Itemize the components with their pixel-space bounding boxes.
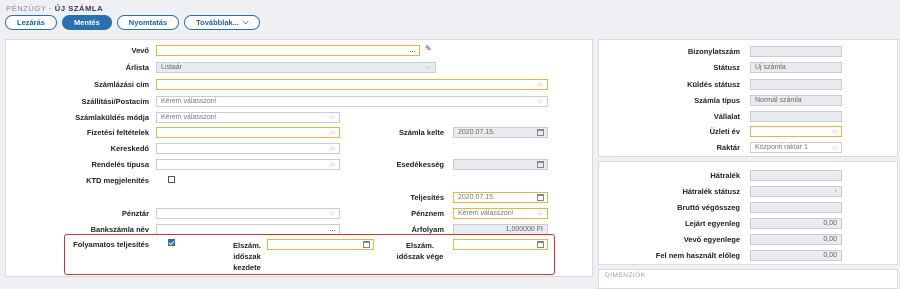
invoice-form-panel: Vevő ... ✎ Árlista Listaár ⌵ Számlázási c… (5, 39, 593, 277)
breadcrumb: PÉNZÜGY - ÚJ SZÁMLA (6, 4, 103, 13)
chevron-down-icon: ⌵ (831, 144, 837, 151)
company-label: Vállalat (713, 112, 740, 121)
cashbox-label: Pénztár (121, 209, 149, 218)
more-button[interactable]: Továbblak... ⌵ (184, 15, 261, 30)
due-date-field (453, 159, 548, 170)
save-button[interactable]: Mentés (61, 15, 112, 30)
chevron-down-icon: ⌵ (329, 161, 335, 168)
currency-select[interactable]: Kérem válasszon! ⌵ (453, 208, 548, 219)
order-type-select[interactable]: ⌵ (156, 159, 340, 170)
calendar-icon (537, 129, 544, 136)
shipping-address-select[interactable]: Kérem válasszon! ⌵ (156, 96, 548, 107)
exchange-rate-label: Árfolyam (411, 225, 444, 234)
chevron-down-icon: ⌵ (329, 129, 335, 136)
chevron-down-icon: ⌵ (425, 64, 431, 71)
fiscal-year-label: Üzleti év (709, 127, 740, 136)
currency-value: Kérem válasszon! (458, 210, 514, 217)
company-field (750, 111, 842, 122)
chevron-down-icon: ⌵ (329, 114, 335, 121)
gross-total-field (750, 202, 842, 213)
page-title: ÚJ SZÁMLA (54, 4, 104, 13)
outstanding-label: Hátralék (710, 171, 740, 180)
chevron-down-icon: ⌵ (537, 81, 543, 88)
send-status-field (750, 79, 842, 90)
fulfillment-label: Teljesítés (410, 193, 444, 202)
warehouse-value: Központi raktár 1 (755, 144, 808, 151)
send-mode-select[interactable]: Kérem válasszon! ⌵ (156, 112, 340, 123)
chevron-down-icon: ⌵ (242, 19, 249, 26)
chevron-down-icon: ⌵ (329, 145, 335, 152)
outstanding-field (750, 170, 842, 181)
send-mode-value: Kérem válasszon! (161, 114, 217, 121)
order-type-label: Rendelés típusa (91, 160, 149, 169)
warehouse-select[interactable]: Központi raktár 1 ⌵ (750, 142, 842, 153)
doc-number-field (750, 46, 842, 57)
calendar-icon[interactable] (537, 194, 544, 201)
chevron-down-icon: ⌵ (537, 98, 543, 105)
buyer-field[interactable]: ... (156, 45, 420, 56)
invoice-date-label: Számla kelte (398, 128, 444, 137)
outstanding-status-label: Hátralék státusz (682, 187, 740, 196)
chevron-down-icon: ⌵ (831, 128, 837, 135)
fulfillment-date-field[interactable]: 2020.07.15. (453, 192, 548, 203)
document-info-panel: Bizonylatszám Státusz Új számla Küldés s… (598, 39, 898, 157)
outstanding-status-field: - (750, 186, 842, 197)
invoice-date-value: 2020.07.15. (458, 129, 495, 136)
breadcrumb-separator: - (46, 4, 55, 13)
due-date-label: Esedékesség (396, 160, 444, 169)
status-label: Státusz (713, 63, 740, 72)
warehouse-label: Raktár (716, 143, 740, 152)
currency-label: Pénznem (411, 209, 444, 218)
shipping-address-value: Kérem válasszon! (161, 98, 217, 105)
chevron-down-icon: ⌵ (329, 210, 335, 217)
close-button[interactable]: Lezárás (5, 15, 57, 30)
payment-terms-select[interactable]: ⌵ (156, 127, 340, 138)
more-icon[interactable]: ... (329, 225, 336, 233)
more-icon[interactable]: ... (409, 46, 416, 54)
cashbox-select[interactable]: ⌵ (156, 208, 340, 219)
chevron-down-icon: ⌵ (537, 210, 543, 217)
billing-address-label: Számlázási cím (93, 80, 149, 89)
buyer-balance-field: 0,00 (750, 234, 842, 245)
expired-balance-field: 0,00 (750, 218, 842, 229)
dimensions-title: DIMENZIÓK (605, 272, 646, 279)
expired-balance-label: Lejárt egyenleg (684, 219, 740, 228)
edit-icon[interactable]: ✎ (425, 44, 432, 53)
pricelist-value: Listaár (161, 64, 183, 71)
unused-advance-label: Fel nem használt előleg (655, 251, 740, 260)
send-status-label: Küldés státusz (687, 80, 740, 89)
billing-address-select[interactable]: ⌵ (156, 79, 548, 90)
send-mode-label: Számlaküldés módja (75, 113, 149, 122)
dealer-select[interactable]: ⌵ (156, 143, 340, 154)
buyer-balance-label: Vevő egyenlege (683, 235, 740, 244)
ktd-label: KTD megjelenítés (86, 176, 149, 185)
invoice-date-field: 2020.07.15. (453, 127, 548, 138)
highlight-box (64, 234, 555, 275)
gross-total-label: Bruttó végösszeg (677, 203, 740, 212)
payment-terms-label: Fizetési feltételek (86, 128, 149, 137)
shipping-address-label: Szállítási/Postacím (81, 97, 149, 106)
calendar-icon (537, 161, 544, 168)
dealer-label: Kereskedő (110, 144, 149, 153)
status-field: Új számla (750, 62, 842, 73)
print-button[interactable]: Nyomtatás (116, 15, 180, 30)
bank-account-label: Bankszámla név (90, 225, 149, 234)
pricelist-label: Árlista (125, 63, 149, 72)
balance-panel: Hátralék Hátralék státusz - Bruttó végös… (598, 161, 898, 265)
invoice-type-label: Számla típus (694, 96, 740, 105)
fiscal-year-select[interactable]: ⌵ (750, 126, 842, 137)
unused-advance-field: 0,00 (750, 250, 842, 261)
invoice-type-field: Normál számla (750, 95, 842, 106)
ktd-checkbox[interactable] (168, 176, 175, 183)
dimensions-panel: DIMENZIÓK (598, 269, 898, 289)
doc-number-label: Bizonylatszám (687, 47, 740, 56)
buyer-label: Vevő (131, 46, 149, 55)
fulfillment-date-value: 2020.07.15. (458, 194, 495, 201)
more-button-label: Továbblak... (196, 18, 239, 27)
toolbar: Lezárás Mentés Nyomtatás Továbblak... ⌵ (5, 15, 261, 31)
breadcrumb-section[interactable]: PÉNZÜGY (6, 4, 46, 13)
pricelist-select: Listaár ⌵ (156, 62, 436, 73)
